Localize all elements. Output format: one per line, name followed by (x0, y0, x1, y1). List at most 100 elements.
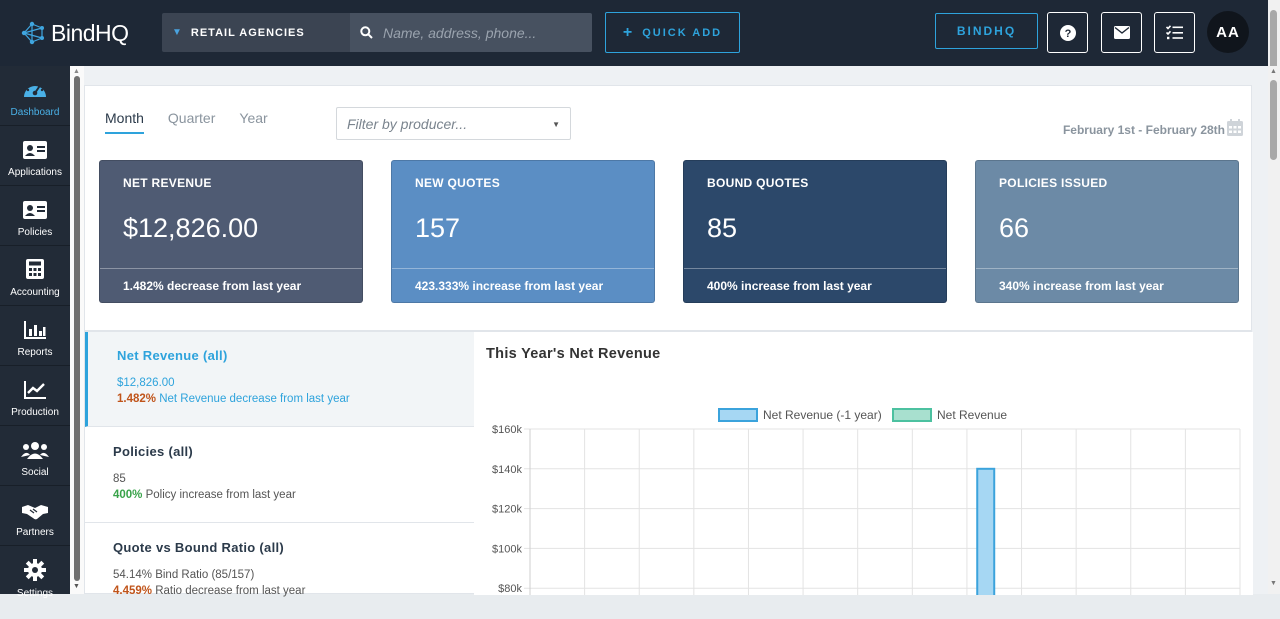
dashboard-gauge-icon (24, 81, 46, 97)
search-box (350, 13, 592, 52)
page-scrollbar-thumb[interactable] (1270, 80, 1277, 160)
sidebar-item-settings[interactable]: Settings (0, 546, 70, 606)
brand-name: BindHQ (51, 19, 129, 46)
sidebar-item-applications[interactable]: Applications (0, 126, 70, 186)
policies-issued-card[interactable]: POLICIES ISSUED 66 340% increase from la… (975, 160, 1239, 303)
sidebar-item-label: Reports (17, 347, 53, 358)
metric-value: $12,826.00 (117, 377, 175, 389)
search-input[interactable] (383, 24, 573, 41)
sidebar-item-social[interactable]: Social (0, 426, 70, 486)
bindhq-logo[interactable]: BindHQ (20, 17, 129, 49)
card-label: NEW QUOTES (415, 176, 501, 190)
bindhq-button[interactable]: BINDHQ (935, 13, 1038, 49)
metric-change-pct: 400% (113, 489, 143, 501)
question-circle-icon: ? (1059, 24, 1076, 41)
metric-change: 4.459% Ratio decrease from last year (113, 585, 474, 597)
agency-label: RETAIL AGENCIES (190, 26, 305, 39)
metric-net-revenue[interactable]: Net Revenue (all) $12,826.00 1.482% Net … (85, 332, 474, 427)
tab-quarter[interactable]: Quarter (168, 110, 215, 134)
card-value: $12,826.00 (123, 213, 259, 243)
card-value: 66 (999, 213, 1030, 243)
metric-change: 1.482% Net Revenue decrease from last ye… (117, 393, 474, 405)
net-revenue-chart-area: This Year's Net Revenue Net Revenue (-1 … (474, 332, 1253, 595)
user-avatar[interactable]: AA (1207, 11, 1249, 53)
sidebar-item-label: Policies (17, 227, 53, 238)
bar-chart-icon (24, 321, 46, 339)
envelope-icon (1113, 26, 1130, 39)
card-footer: 423.333% increase from last year (392, 268, 654, 302)
y-tick-label: $100k (492, 543, 522, 555)
bound-quotes-card[interactable]: BOUND QUOTES 85 400% increase from last … (683, 160, 947, 303)
sidebar-scrollbar-thumb[interactable] (74, 76, 80, 581)
sidebar-item-policies[interactable]: Policies (0, 186, 70, 246)
card-footer: 340% increase from last year (976, 268, 1238, 302)
card-label: BOUND QUOTES (707, 176, 809, 190)
producer-filter-placeholder: Filter by producer... (347, 115, 468, 132)
metric-policies[interactable]: Policies (all) 85 400% Policy increase f… (85, 428, 474, 523)
card-footer: 400% increase from last year (684, 268, 946, 302)
applications-card-icon (23, 141, 47, 159)
caret-down-icon: ▼ (552, 120, 560, 129)
card-value: 85 (707, 213, 738, 243)
users-icon (21, 442, 49, 459)
handshake-icon (22, 505, 48, 520)
legend-label: Net Revenue (-1 year) (763, 408, 882, 422)
tab-month[interactable]: Month (105, 110, 144, 134)
calendar-icon[interactable] (1227, 119, 1243, 136)
help-button[interactable]: ? (1047, 12, 1088, 53)
quick-add-button[interactable]: + QUICK ADD (605, 12, 740, 53)
y-tick-label: $140k (492, 464, 522, 476)
metric-title: Quote vs Bound Ratio (all) (113, 540, 285, 555)
sidebar-item-label: Production (11, 407, 59, 418)
y-tick-label: $80k (498, 583, 522, 595)
scroll-down-arrow-icon[interactable]: ▼ (73, 583, 80, 590)
metric-list: Net Revenue (all) $12,826.00 1.482% Net … (85, 332, 474, 597)
page-scrollbar[interactable]: ▲ ▼ (1268, 66, 1280, 594)
period-tabs: Month Quarter Year (105, 110, 268, 134)
sidebar-item-label: Partners (16, 527, 54, 538)
metrics-chart-panel: Net Revenue (all) $12,826.00 1.482% Net … (84, 331, 1253, 597)
sidebar-item-label: Accounting (10, 287, 60, 298)
policies-card-icon (23, 201, 47, 219)
summary-panel: Month Quarter Year Filter by producer...… (84, 85, 1252, 331)
metric-bind-ratio[interactable]: Quote vs Bound Ratio (all) 54.14% Bind R… (85, 524, 474, 619)
messages-button[interactable] (1101, 12, 1142, 53)
logo-network-icon (21, 21, 44, 45)
top-navbar: BindHQ ▼ RETAIL AGENCIES + QUICK ADD BIN… (0, 0, 1280, 66)
card-label: NET REVENUE (123, 176, 212, 190)
sidebar-item-reports[interactable]: Reports (0, 306, 70, 366)
svg-text:?: ? (1064, 28, 1071, 40)
sidebar-item-label: Social (21, 467, 49, 478)
tasks-button[interactable] (1154, 12, 1195, 53)
metric-title: Net Revenue (all) (117, 348, 228, 363)
metric-value: 85 (113, 473, 126, 485)
net-revenue-card[interactable]: NET REVENUE $12,826.00 1.482% decrease f… (99, 160, 363, 303)
metric-change-desc: Ratio decrease from last year (152, 585, 306, 597)
producer-filter-select[interactable]: Filter by producer... ▼ (336, 107, 571, 140)
sidebar-item-production[interactable]: Production (0, 366, 70, 426)
card-footer: 1.482% decrease from last year (100, 268, 362, 302)
sidebar-item-dashboard[interactable]: Dashboard (0, 66, 70, 126)
new-quotes-card[interactable]: NEW QUOTES 157 423.333% increase from la… (391, 160, 655, 303)
sidebar-item-accounting[interactable]: Accounting (0, 246, 70, 306)
sidebar: Dashboard Applications Policies Accounti… (0, 66, 70, 599)
scroll-down-arrow-icon[interactable]: ▼ (1270, 580, 1277, 587)
chart-title: This Year's Net Revenue (486, 346, 661, 362)
card-value: 157 (415, 213, 461, 243)
scroll-up-arrow-icon[interactable]: ▲ (73, 68, 80, 75)
y-tick-label: $160k (492, 424, 522, 436)
dashboard-main: Month Quarter Year Filter by producer...… (84, 66, 1268, 597)
metric-title: Policies (all) (113, 444, 194, 459)
sidebar-item-label: Dashboard (10, 107, 60, 118)
page-scrollbar-top[interactable] (1268, 0, 1280, 146)
scroll-up-arrow-icon[interactable]: ▲ (1270, 68, 1277, 75)
sidebar-scrollbar[interactable]: ▲ ▼ (70, 66, 84, 594)
tab-year[interactable]: Year (239, 110, 267, 134)
agency-selector[interactable]: ▼ RETAIL AGENCIES (162, 13, 350, 52)
metric-change-desc: Net Revenue decrease from last year (156, 393, 350, 405)
metric-change: 400% Policy increase from last year (113, 489, 474, 501)
line-chart-icon (24, 381, 46, 399)
metric-change-desc: Policy increase from last year (142, 489, 296, 501)
legend-swatch (718, 408, 758, 422)
sidebar-item-partners[interactable]: Partners (0, 486, 70, 546)
